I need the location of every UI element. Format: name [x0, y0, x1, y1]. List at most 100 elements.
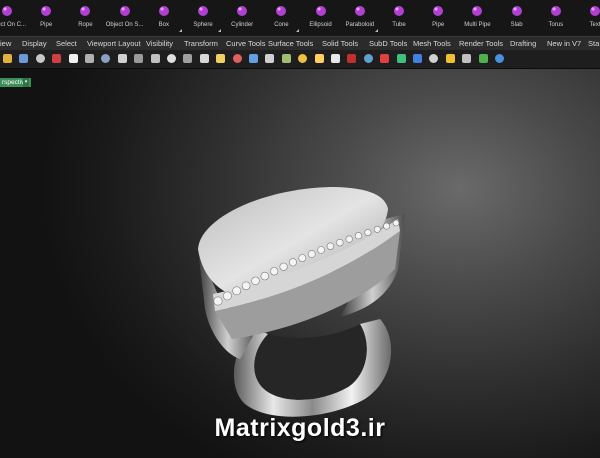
shelf-item-3[interactable]: Object On S... — [105, 0, 145, 36]
tab-12[interactable]: Drafting — [510, 39, 536, 48]
tab-0[interactable]: iew — [0, 39, 11, 48]
open-icon[interactable] — [3, 54, 12, 63]
shelf-item-15[interactable]: Text — [575, 0, 600, 36]
shelf-item-label: Tube — [392, 22, 406, 28]
shelf-item-8[interactable]: Ellipsoid — [301, 0, 341, 36]
shelf-item-9[interactable]: Paraboloid — [340, 0, 380, 36]
diamond-stone — [298, 254, 307, 262]
shelf-item-5[interactable]: Sphere — [183, 0, 223, 36]
help-icon[interactable] — [495, 54, 504, 63]
select-icon[interactable] — [117, 54, 127, 63]
light-icon[interactable] — [314, 54, 324, 63]
submenu-corner-icon[interactable] — [218, 29, 221, 32]
shelf-item-10[interactable]: Tube — [379, 0, 419, 36]
layout-icon[interactable] — [216, 54, 226, 63]
diamond-stone — [317, 246, 325, 254]
box-icon — [158, 6, 169, 16]
undo-icon[interactable] — [101, 54, 111, 63]
paraboloid-icon — [354, 6, 365, 16]
arc-icon[interactable] — [281, 54, 291, 63]
text-icon — [590, 6, 600, 16]
pipe-icon — [41, 6, 52, 16]
diamond-stone — [307, 250, 316, 258]
globe-icon[interactable] — [478, 54, 488, 63]
tab-5[interactable]: Transform — [184, 39, 218, 48]
tab-4[interactable]: Visibility — [146, 39, 173, 48]
color-wheel-icon[interactable] — [396, 54, 406, 63]
curve-points-icon — [2, 6, 12, 16]
shelf-item-6[interactable]: Cylinder — [222, 0, 262, 36]
torus-icon — [550, 6, 561, 16]
tab-7[interactable]: Surface Tools — [268, 39, 313, 48]
tab-9[interactable]: SubD Tools — [369, 39, 407, 48]
shelf-item-12[interactable]: Multi Pipe — [457, 0, 497, 36]
tab-2[interactable]: Select — [56, 39, 77, 48]
tab-1[interactable]: Display — [22, 39, 47, 48]
diamond-stone — [288, 258, 297, 267]
shelf-item-13[interactable]: Slab — [497, 0, 537, 36]
copy-icon[interactable] — [68, 54, 78, 63]
diamond-stone — [336, 238, 344, 247]
diamond-stone — [241, 281, 251, 291]
zoom-window-icon[interactable] — [199, 54, 209, 63]
shelf-item-label: Cylinder — [231, 22, 254, 28]
tube-icon — [394, 6, 404, 16]
tab-3[interactable]: Viewport Layout — [87, 39, 141, 48]
diamond-stone — [326, 242, 335, 250]
rectangle-icon[interactable] — [331, 54, 340, 63]
tab-6[interactable]: Curve Tools — [226, 39, 265, 48]
perspective-viewport[interactable]: rspective ▾ Matrixgold3.ir — [0, 69, 600, 458]
diamond-stone — [345, 235, 353, 243]
multi-pipe-icon — [472, 6, 483, 16]
diamond-stone — [383, 222, 390, 230]
shelf-item-7[interactable]: Cone — [261, 0, 301, 36]
zoom-extents-icon[interactable] — [183, 54, 193, 63]
command-shelf: Object On C... Pipe Rope Object On S... Box S… — [0, 0, 600, 36]
shade-icon[interactable] — [347, 54, 357, 63]
paste-icon[interactable] — [85, 54, 94, 63]
submenu-corner-icon[interactable] — [178, 29, 182, 32]
tab-11[interactable]: Render Tools — [459, 39, 503, 48]
material-icon[interactable] — [380, 54, 390, 63]
shelf-item-1[interactable]: Pipe — [26, 0, 66, 36]
shelf-item-label: Cone — [274, 22, 289, 28]
diamond-stone — [260, 271, 269, 281]
shelf-item-label: Object On S... — [105, 22, 144, 28]
diamond-stone — [364, 229, 372, 237]
tab-8[interactable]: Solid Tools — [322, 39, 358, 48]
tab-14[interactable]: Sta — [588, 39, 599, 48]
cut-icon[interactable] — [52, 54, 62, 63]
diamond-stone — [270, 267, 279, 276]
shelf-item-0[interactable]: Object On C... — [0, 0, 27, 36]
toolbar-tabs: iew Display Select Viewport Layout Visibilit… — [0, 36, 600, 51]
diamond-stone — [354, 232, 363, 240]
sun-icon[interactable] — [445, 54, 455, 63]
sphere-render-icon[interactable] — [413, 54, 422, 63]
shelf-item-label: Box — [158, 22, 169, 28]
polyline-icon[interactable] — [298, 54, 308, 63]
pan-icon[interactable] — [134, 54, 144, 63]
tab-13[interactable]: New in V7 — [547, 39, 581, 48]
shelf-item-2[interactable]: Rope — [65, 0, 105, 36]
zoom-icon[interactable] — [167, 54, 176, 63]
shelf-item-14[interactable]: Torus — [536, 0, 576, 36]
submenu-corner-icon[interactable] — [296, 29, 300, 32]
settings-icon[interactable] — [462, 54, 472, 63]
cone-icon — [276, 6, 287, 16]
rotate-icon[interactable] — [150, 54, 160, 63]
diamond-stone — [279, 262, 288, 271]
render-icon[interactable] — [363, 54, 373, 63]
save-icon[interactable] — [19, 54, 29, 63]
standard-toolbar — [0, 50, 600, 69]
rope-icon — [80, 6, 91, 16]
tab-10[interactable]: Mesh Tools — [413, 39, 451, 48]
circle-icon[interactable] — [265, 54, 275, 63]
point-icon[interactable] — [232, 54, 242, 63]
shelf-item-11[interactable]: Pipe — [418, 0, 458, 36]
environment-icon[interactable] — [429, 54, 439, 63]
cylinder-icon — [237, 6, 248, 16]
print-icon[interactable] — [35, 54, 45, 63]
curve-icon[interactable] — [249, 54, 258, 63]
submenu-corner-icon[interactable] — [374, 29, 378, 32]
shelf-item-4[interactable]: Box — [144, 0, 184, 36]
